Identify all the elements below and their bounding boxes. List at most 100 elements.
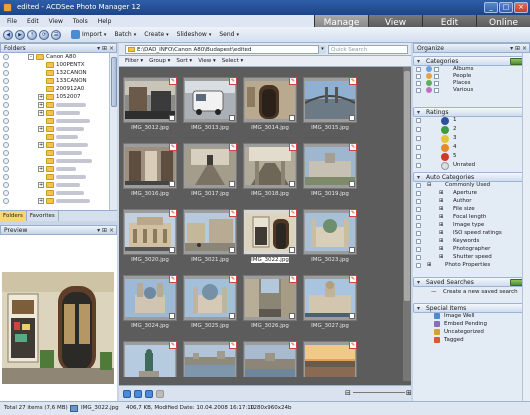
thumbnail-cell[interactable]: ✎ IMG_3024.jpg bbox=[121, 275, 179, 337]
checkbox[interactable] bbox=[416, 207, 421, 212]
thumbnail-cell[interactable]: ✎ IMG_3018.jpg bbox=[241, 143, 299, 205]
organize-scrollbar[interactable] bbox=[522, 53, 530, 401]
tree-row[interactable] bbox=[0, 149, 109, 157]
tree-row[interactable]: + bbox=[0, 141, 109, 149]
checkbox[interactable] bbox=[416, 231, 421, 236]
thumbnail-frame[interactable]: ✎ bbox=[303, 77, 357, 123]
categories-header[interactable]: ▾ Categories bbox=[413, 56, 530, 66]
thumbnail-cell[interactable]: ✎ IMG_3013.jpg bbox=[181, 77, 239, 139]
tree-row[interactable]: + bbox=[0, 109, 109, 117]
tree-row[interactable]: 133CANON bbox=[0, 77, 109, 85]
thumbnail-frame[interactable]: ✎ bbox=[123, 77, 177, 123]
tag-checkbox[interactable] bbox=[349, 115, 355, 121]
expand-icon[interactable]: + bbox=[38, 110, 44, 116]
tree-row[interactable]: +1052007 bbox=[0, 93, 109, 101]
rating-row[interactable]: 3 bbox=[413, 135, 530, 144]
saved-search-row[interactable]: — Create a new saved search bbox=[413, 287, 530, 297]
panel-pin-close-icon[interactable]: ▾ ⊞ × bbox=[510, 44, 527, 53]
radio-icon[interactable] bbox=[3, 150, 9, 156]
send-button[interactable]: Send ▾ bbox=[219, 31, 239, 38]
auto-cat-row[interactable]: ⊞ ISO speed ratings bbox=[413, 230, 530, 238]
radio-icon[interactable] bbox=[3, 70, 9, 76]
tag-checkbox[interactable] bbox=[349, 313, 355, 319]
radio-icon[interactable] bbox=[3, 86, 9, 92]
special-row[interactable]: Uncategorized bbox=[413, 329, 530, 337]
expand-icon[interactable]: + bbox=[38, 182, 44, 188]
radio-icon[interactable] bbox=[3, 198, 9, 204]
radio-icon[interactable] bbox=[3, 142, 9, 148]
view-menu[interactable]: View ▾ bbox=[198, 58, 216, 64]
tree-row[interactable]: - Canon A80 bbox=[0, 53, 109, 61]
expand-icon[interactable]: ⊞ bbox=[427, 262, 432, 269]
menu-tools[interactable]: Tools bbox=[68, 18, 93, 25]
auto-cat-row[interactable]: ⊞ Focal length bbox=[413, 214, 530, 222]
tag-checkbox[interactable] bbox=[289, 313, 295, 319]
checkbox[interactable] bbox=[416, 191, 421, 196]
auto-cat-row[interactable]: ⊞ Image type bbox=[413, 222, 530, 230]
thumbnail-frame[interactable]: ✎ bbox=[123, 209, 177, 255]
menu-help[interactable]: Help bbox=[93, 18, 117, 25]
up-icon[interactable]: ↑ bbox=[27, 29, 37, 40]
scroll-thumb[interactable] bbox=[404, 71, 410, 301]
grid-scrollbar[interactable] bbox=[403, 67, 411, 381]
ratings-header[interactable]: ▾ Ratings bbox=[413, 107, 530, 117]
checkbox[interactable] bbox=[416, 183, 421, 188]
minimize-button[interactable]: _ bbox=[484, 2, 498, 13]
tag-checkbox[interactable] bbox=[169, 247, 175, 253]
checkbox[interactable] bbox=[416, 223, 421, 228]
expand-icon[interactable]: ⊞ bbox=[439, 222, 444, 229]
radio-icon[interactable] bbox=[3, 118, 9, 124]
thumbnail-cell[interactable]: ✎ IMG_3027.jpg bbox=[301, 275, 359, 337]
image-basket-icon[interactable] bbox=[123, 390, 131, 398]
special-row[interactable]: Embed Pending bbox=[413, 321, 530, 329]
thumbnail-frame[interactable]: ✎ bbox=[183, 77, 237, 123]
scroll-thumb[interactable] bbox=[111, 57, 117, 107]
tree-row[interactable] bbox=[0, 173, 109, 181]
checkbox[interactable] bbox=[416, 67, 421, 72]
email-icon[interactable] bbox=[156, 390, 164, 398]
thumbnail-cell[interactable]: ✎ IMG_3014.jpg bbox=[241, 77, 299, 139]
thumbnail-frame[interactable]: ✎ bbox=[243, 275, 297, 321]
special-row[interactable]: Tagged bbox=[413, 337, 530, 345]
thumbnail-frame[interactable]: ✎ bbox=[183, 143, 237, 189]
tab-favorites[interactable]: Favorites bbox=[27, 211, 59, 221]
tree-row[interactable] bbox=[0, 133, 109, 141]
checkbox[interactable] bbox=[416, 215, 421, 220]
back-icon[interactable]: ◀ bbox=[3, 29, 13, 40]
tree-row[interactable]: + bbox=[0, 197, 109, 205]
tab-folders[interactable]: Folders bbox=[0, 211, 27, 221]
tree-row[interactable]: + bbox=[0, 101, 109, 109]
expand-icon[interactable]: ⊞ bbox=[439, 190, 444, 197]
tag-checkbox[interactable] bbox=[289, 247, 295, 253]
tag-checkbox[interactable] bbox=[229, 247, 235, 253]
thumbnail-cell[interactable]: ✎ IMG_3026.jpg bbox=[241, 275, 299, 337]
tag-checkbox[interactable] bbox=[229, 115, 235, 121]
expand-icon[interactable]: + bbox=[38, 102, 44, 108]
new-saved-search-link[interactable]: Create a new saved search bbox=[443, 287, 518, 297]
maximize-button[interactable]: □ bbox=[499, 2, 513, 13]
auto-cat-row[interactable]: ⊞ Author bbox=[413, 198, 530, 206]
home-icon[interactable]: ☰ bbox=[51, 29, 61, 40]
radio-icon[interactable] bbox=[3, 190, 9, 196]
thumbnail-frame[interactable]: ✎ bbox=[183, 209, 237, 255]
thumbnail-cell[interactable]: ✎IMG_3028.jpg bbox=[121, 341, 179, 377]
special-row[interactable]: Image Well bbox=[413, 313, 530, 321]
tag-checkbox[interactable] bbox=[289, 181, 295, 187]
collapse-icon[interactable]: - bbox=[28, 54, 34, 60]
quick-search-input[interactable]: Quick Search bbox=[328, 45, 408, 54]
expand-icon[interactable]: + bbox=[38, 94, 44, 100]
auto-cat-row[interactable]: ⊞ Photo Properties bbox=[413, 262, 530, 270]
tag-checkbox[interactable] bbox=[349, 181, 355, 187]
thumbnail-cell[interactable]: ✎ IMG_3017.jpg bbox=[181, 143, 239, 205]
thumbnail-cell[interactable]: ✎ IMG_3019.jpg bbox=[301, 143, 359, 205]
thumbnail-frame[interactable]: ✎ bbox=[123, 341, 177, 377]
radio-icon[interactable] bbox=[3, 62, 9, 68]
category-row[interactable]: Albums bbox=[413, 66, 530, 73]
thumbnail-cell[interactable]: ✎ IMG_3012.jpg bbox=[121, 77, 179, 139]
zoom-slider[interactable] bbox=[353, 392, 405, 396]
radio-icon[interactable] bbox=[3, 126, 9, 132]
tree-row[interactable]: 100PENTX bbox=[0, 61, 109, 69]
tag-checkbox[interactable] bbox=[349, 247, 355, 253]
radio-icon[interactable] bbox=[3, 54, 9, 60]
create-button[interactable]: Create ▾ bbox=[144, 31, 168, 38]
